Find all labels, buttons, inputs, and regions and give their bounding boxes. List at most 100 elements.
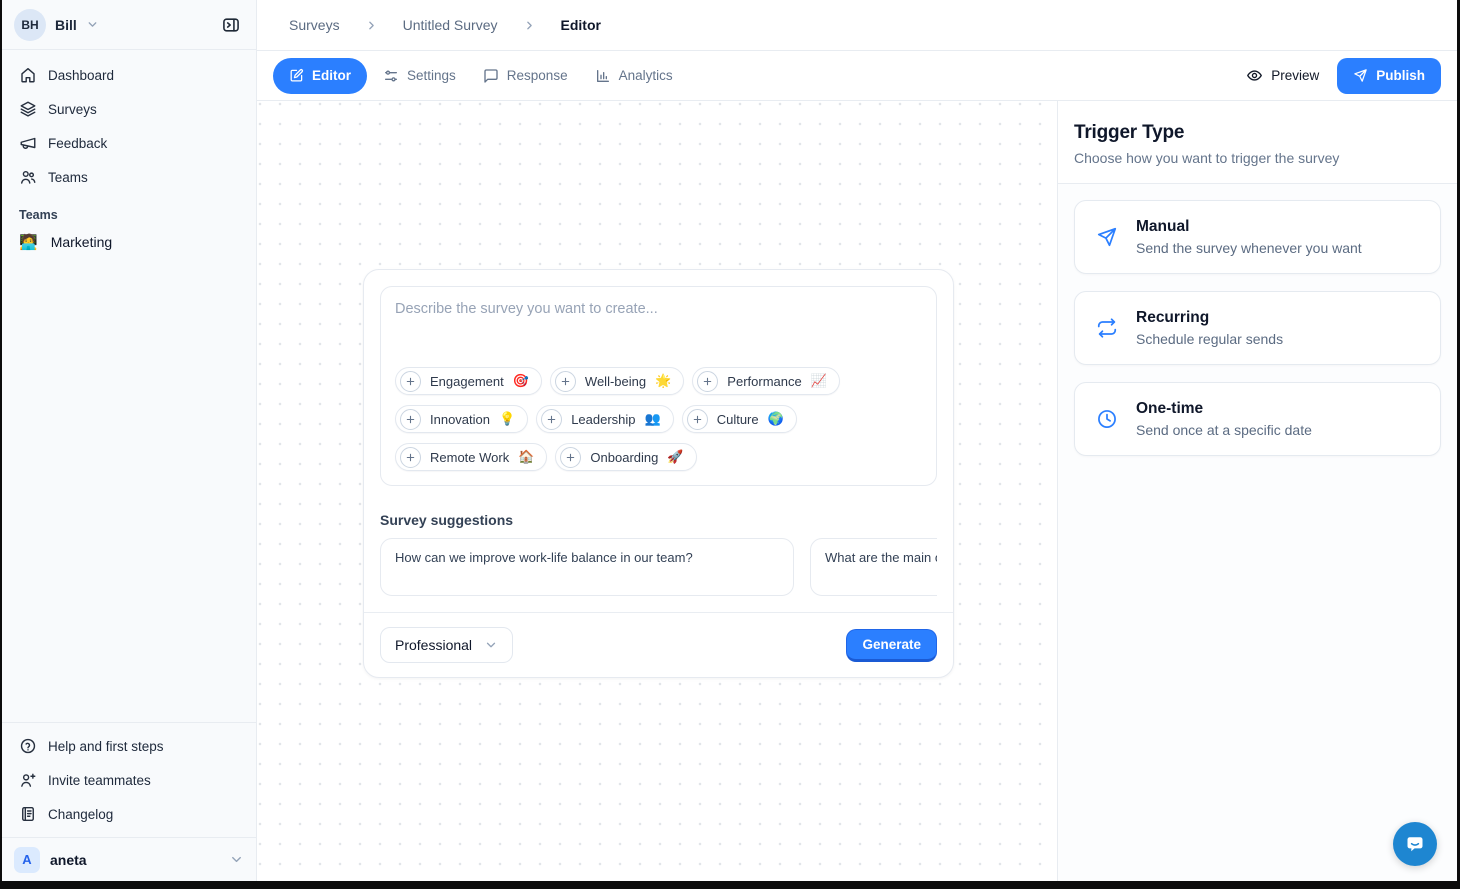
layers-icon [19, 100, 37, 118]
workspace-switcher[interactable]: BH Bill [2, 0, 256, 50]
tab-label: Settings [407, 68, 456, 83]
tab-editor[interactable]: Editor [273, 58, 367, 94]
collapse-sidebar-icon[interactable] [218, 12, 244, 38]
sidebar-item-invite[interactable]: Invite teammates [10, 763, 248, 797]
content-row: Describe the survey you want to create..… [257, 101, 1457, 881]
chat-bubble-icon [1403, 832, 1427, 856]
team-label: Marketing [51, 234, 112, 250]
sidebar-item-surveys[interactable]: Surveys [10, 92, 248, 126]
chat-launcher-button[interactable] [1393, 822, 1437, 866]
suggestion-card[interactable]: What are the main ob [810, 538, 937, 596]
breadcrumb-surveys[interactable]: Surveys [289, 17, 340, 33]
tone-select[interactable]: Professional [380, 627, 513, 663]
sidebar: BH Bill Dashboard Surveys [2, 0, 257, 881]
changelog-icon [19, 805, 37, 823]
topic-chip-remote-work[interactable]: Remote Work 🏠 [395, 443, 547, 471]
generate-button[interactable]: Generate [846, 629, 937, 662]
plus-icon [400, 371, 421, 392]
globe-emoji-icon: 🌍 [768, 411, 784, 427]
publish-button[interactable]: Publish [1337, 58, 1441, 94]
clock-icon [1096, 408, 1118, 430]
user-plus-icon [19, 771, 37, 789]
chevron-down-icon [229, 852, 244, 867]
sidebar-item-dashboard[interactable]: Dashboard [10, 58, 248, 92]
topic-chip-onboarding[interactable]: Onboarding 🚀 [555, 443, 696, 471]
chip-label: Leadership [571, 412, 635, 427]
workspace-avatar: BH [14, 9, 46, 41]
user-menu[interactable]: A aneta [2, 837, 256, 881]
topic-chip-innovation[interactable]: Innovation 💡 [395, 405, 528, 433]
sidebar-item-label: Feedback [48, 136, 107, 151]
app-window: BH Bill Dashboard Surveys [2, 0, 1457, 881]
plus-icon [555, 371, 576, 392]
sidebar-spacer [2, 260, 256, 722]
trigger-option-title: Manual [1136, 218, 1362, 236]
sidebar-item-feedback[interactable]: Feedback [10, 126, 248, 160]
trigger-option-text: Recurring Schedule regular sends [1136, 309, 1283, 347]
send-icon [1096, 226, 1118, 248]
trigger-option-title: Recurring [1136, 309, 1283, 327]
house-emoji-icon: 🏠 [518, 449, 534, 465]
user-name: aneta [50, 852, 87, 868]
tab-response[interactable]: Response [472, 58, 579, 94]
survey-composer-card: Describe the survey you want to create..… [363, 269, 954, 678]
dart-emoji-icon: 🎯 [513, 373, 529, 389]
survey-description-input[interactable]: Describe the survey you want to create..… [380, 286, 937, 486]
bar-chart-icon [595, 68, 611, 84]
sidebar-nav: Dashboard Surveys Feedback Teams [2, 50, 256, 194]
sidebar-item-changelog[interactable]: Changelog [10, 797, 248, 831]
home-icon [19, 66, 37, 84]
topic-chip-engagement[interactable]: Engagement 🎯 [395, 367, 542, 395]
people-emoji-icon: 👥 [645, 411, 661, 427]
topic-chips: Engagement 🎯 Well-being 🌟 [395, 367, 922, 471]
preview-button[interactable]: Preview [1246, 67, 1319, 84]
main-column: Surveys Untitled Survey Editor Editor [257, 0, 1457, 881]
trigger-type-panel: Trigger Type Choose how you want to trig… [1057, 101, 1457, 881]
sidebar-item-label: Teams [48, 170, 88, 185]
sidebar-item-label: Help and first steps [48, 739, 164, 754]
sidebar-item-help[interactable]: Help and first steps [10, 729, 248, 763]
trigger-option-text: One-time Send once at a specific date [1136, 400, 1312, 438]
chip-label: Well-being [585, 374, 646, 389]
sidebar-item-label: Dashboard [48, 68, 114, 83]
trigger-option-description: Send the survey whenever you want [1136, 240, 1362, 256]
topic-chip-wellbeing[interactable]: Well-being 🌟 [550, 367, 684, 395]
users-icon [19, 168, 37, 186]
send-icon [1353, 68, 1368, 83]
breadcrumb-untitled-survey[interactable]: Untitled Survey [403, 17, 498, 33]
chart-emoji-icon: 📈 [811, 373, 827, 389]
tone-selected-value: Professional [395, 637, 472, 653]
topic-chip-performance[interactable]: Performance 📈 [692, 367, 840, 395]
trigger-panel-title: Trigger Type [1074, 122, 1441, 144]
chevron-right-icon [523, 19, 536, 32]
tab-label: Response [507, 68, 568, 83]
sidebar-footer-nav: Help and first steps Invite teammates Ch… [2, 722, 256, 837]
trigger-option-manual[interactable]: Manual Send the survey whenever you want [1074, 200, 1441, 274]
suggestion-card[interactable]: How can we improve work-life balance in … [380, 538, 794, 596]
plus-icon [697, 371, 718, 392]
sidebar-item-teams[interactable]: Teams [10, 160, 248, 194]
chip-label: Performance [727, 374, 801, 389]
sidebar-team-marketing[interactable]: 🧑‍💻 Marketing [2, 224, 256, 260]
teams-section-label: Teams [2, 194, 256, 224]
topic-chip-leadership[interactable]: Leadership 👥 [536, 405, 674, 433]
topic-chip-culture[interactable]: Culture 🌍 [682, 405, 797, 433]
trigger-panel-header: Trigger Type Choose how you want to trig… [1058, 101, 1457, 184]
suggestions-title: Survey suggestions [380, 512, 937, 528]
user-avatar: A [14, 847, 40, 873]
trigger-option-one-time[interactable]: One-time Send once at a specific date [1074, 382, 1441, 456]
editor-toolbar: Editor Settings Response Analytics [257, 51, 1457, 101]
trigger-option-recurring[interactable]: Recurring Schedule regular sends [1074, 291, 1441, 365]
chevron-down-icon [86, 18, 99, 31]
repeat-icon [1096, 317, 1118, 339]
tab-settings[interactable]: Settings [372, 58, 467, 94]
composer-footer: Professional Generate [364, 612, 953, 677]
chip-label: Culture [717, 412, 759, 427]
megaphone-icon [19, 134, 37, 152]
technologist-emoji-icon: 🧑‍💻 [19, 233, 38, 251]
sidebar-item-label: Invite teammates [48, 773, 151, 788]
editor-canvas[interactable]: Describe the survey you want to create..… [257, 101, 1057, 881]
trigger-option-description: Send once at a specific date [1136, 422, 1312, 438]
tab-analytics[interactable]: Analytics [584, 58, 684, 94]
breadcrumb-current: Editor [561, 17, 601, 33]
